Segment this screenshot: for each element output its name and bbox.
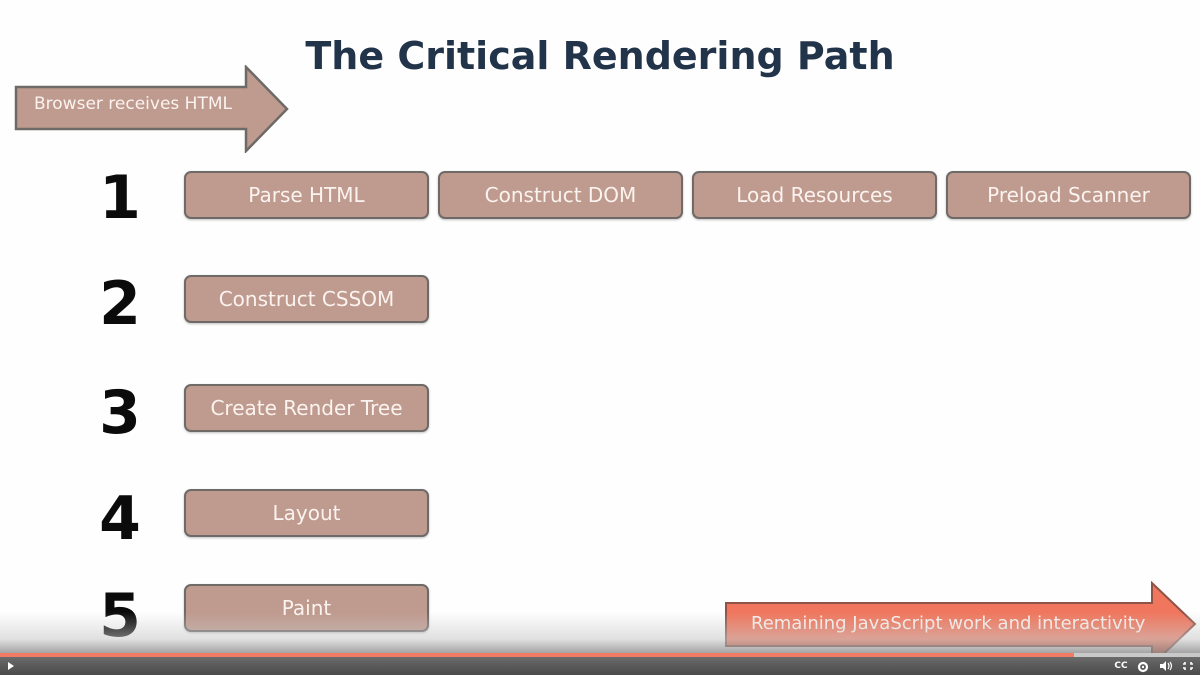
step-box-preload-scanner: Preload Scanner (946, 171, 1191, 219)
arrow-label: Remaining JavaScript work and interactiv… (751, 613, 1146, 634)
step-number: 2 (99, 269, 141, 339)
gear-icon (1137, 661, 1149, 673)
step-box-parse-html: Parse HTML (184, 171, 429, 219)
step-number: 3 (99, 378, 141, 448)
arrow-label: Browser receives HTML (34, 94, 232, 114)
fullscreen-button[interactable] (1181, 658, 1195, 674)
player-controls (0, 657, 1200, 675)
step-box-load-resources: Load Resources (692, 171, 937, 219)
settings-button[interactable] (1136, 658, 1154, 674)
play-icon (8, 662, 14, 670)
browser-receives-html-arrow: Browser receives HTML (14, 65, 290, 153)
step-box-construct-dom: Construct DOM (438, 171, 683, 219)
step-box-layout: Layout (184, 489, 429, 537)
fullscreen-exit-icon (1183, 662, 1193, 670)
step-number: 1 (99, 163, 141, 233)
step-number: 4 (99, 484, 141, 554)
step-box-construct-cssom: Construct CSSOM (184, 275, 429, 323)
step-box-paint: Paint (184, 584, 429, 632)
speaker-icon (1160, 661, 1173, 671)
step-number: 5 (99, 581, 141, 651)
captions-button[interactable]: CC (1112, 658, 1130, 674)
volume-button[interactable] (1158, 658, 1174, 674)
slide: The Critical Rendering Path Browser rece… (0, 0, 1200, 675)
step-box-create-render-tree: Create Render Tree (184, 384, 429, 432)
play-button[interactable] (5, 658, 17, 674)
